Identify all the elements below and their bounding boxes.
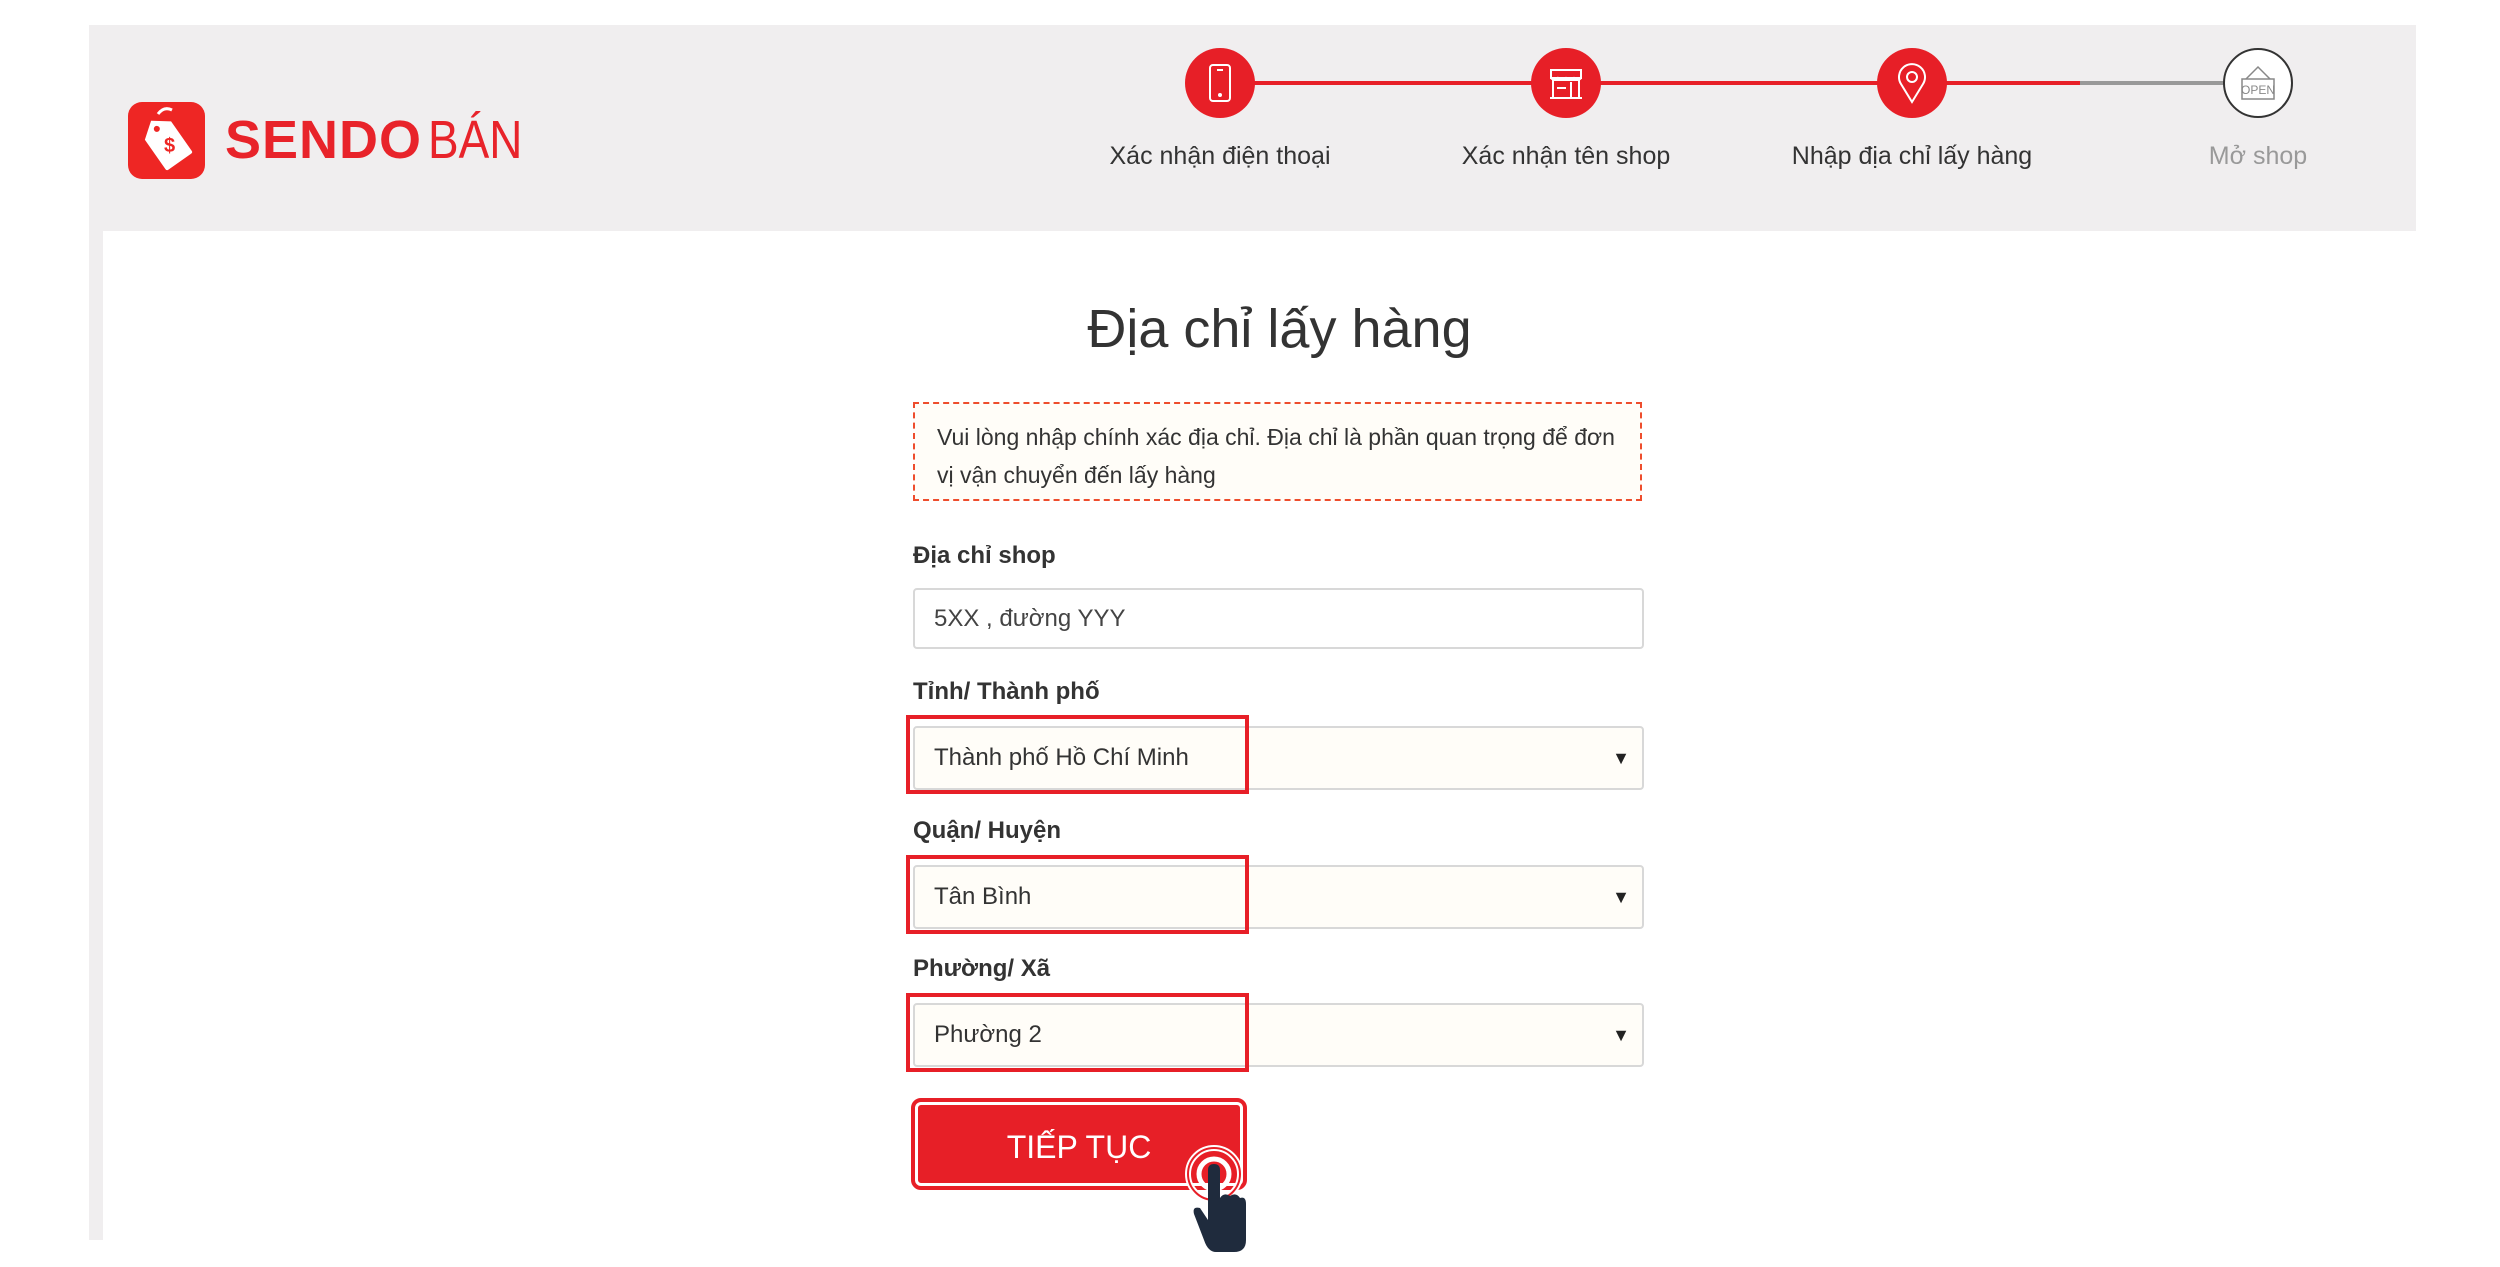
brand-logo[interactable]: $ SENDO BÁN [128, 101, 539, 179]
shop-address-input[interactable]: 5XX , đường YYY [913, 588, 1644, 649]
sendo-tag-logo-icon: $ [128, 101, 205, 179]
step-confirm-phone: Xác nhận điện thoại [1080, 48, 1360, 171]
svg-text:OPEN: OPEN [2241, 83, 2275, 97]
address-label: Địa chỉ shop [913, 542, 1056, 569]
province-select[interactable]: Thành phố Hồ Chí Minh ▼ [913, 726, 1644, 790]
chevron-down-icon: ▼ [1612, 748, 1630, 768]
svg-text:$: $ [164, 135, 175, 157]
chevron-down-icon: ▼ [1612, 1025, 1630, 1045]
district-select[interactable]: Tân Bình ▼ [913, 865, 1644, 929]
step-label: Xác nhận điện thoại [1109, 142, 1331, 170]
open-sign-icon: OPEN [2223, 48, 2293, 118]
ward-select[interactable]: Phường 2 ▼ [913, 1003, 1644, 1067]
step-open-shop: OPEN Mở shop [2118, 48, 2398, 171]
ward-label: Phường/ Xã [913, 955, 1051, 982]
page-title: Địa chỉ lấy hàng [1087, 299, 1472, 359]
province-value: Thành phố Hồ Chí Minh [934, 744, 1189, 771]
ward-value: Phường 2 [934, 1021, 1042, 1048]
store-icon [1531, 48, 1601, 118]
district-value: Tân Bình [934, 883, 1032, 910]
district-label: Quận/ Huyện [913, 817, 1062, 844]
chevron-down-icon: ▼ [1612, 887, 1630, 907]
step-pickup-address: Nhập địa chỉ lấy hàng [1772, 48, 2052, 171]
location-pin-icon [1877, 48, 1947, 118]
phone-icon [1185, 48, 1255, 118]
address-notice: Vui lòng nhập chính xác địa chỉ. Địa chỉ… [913, 402, 1642, 501]
step-label: Mở shop [2208, 142, 2308, 170]
brand-suffix: BÁN [428, 110, 523, 170]
step-confirm-shop-name: Xác nhận tên shop [1426, 48, 1706, 171]
brand-name: SENDO [225, 110, 423, 170]
hand-pointer-icon [1180, 1140, 1260, 1265]
step-label: Nhập địa chỉ lấy hàng [1791, 142, 2033, 170]
step-label: Xác nhận tên shop [1461, 142, 1671, 170]
province-label: Tỉnh/ Thành phố [913, 678, 1100, 705]
